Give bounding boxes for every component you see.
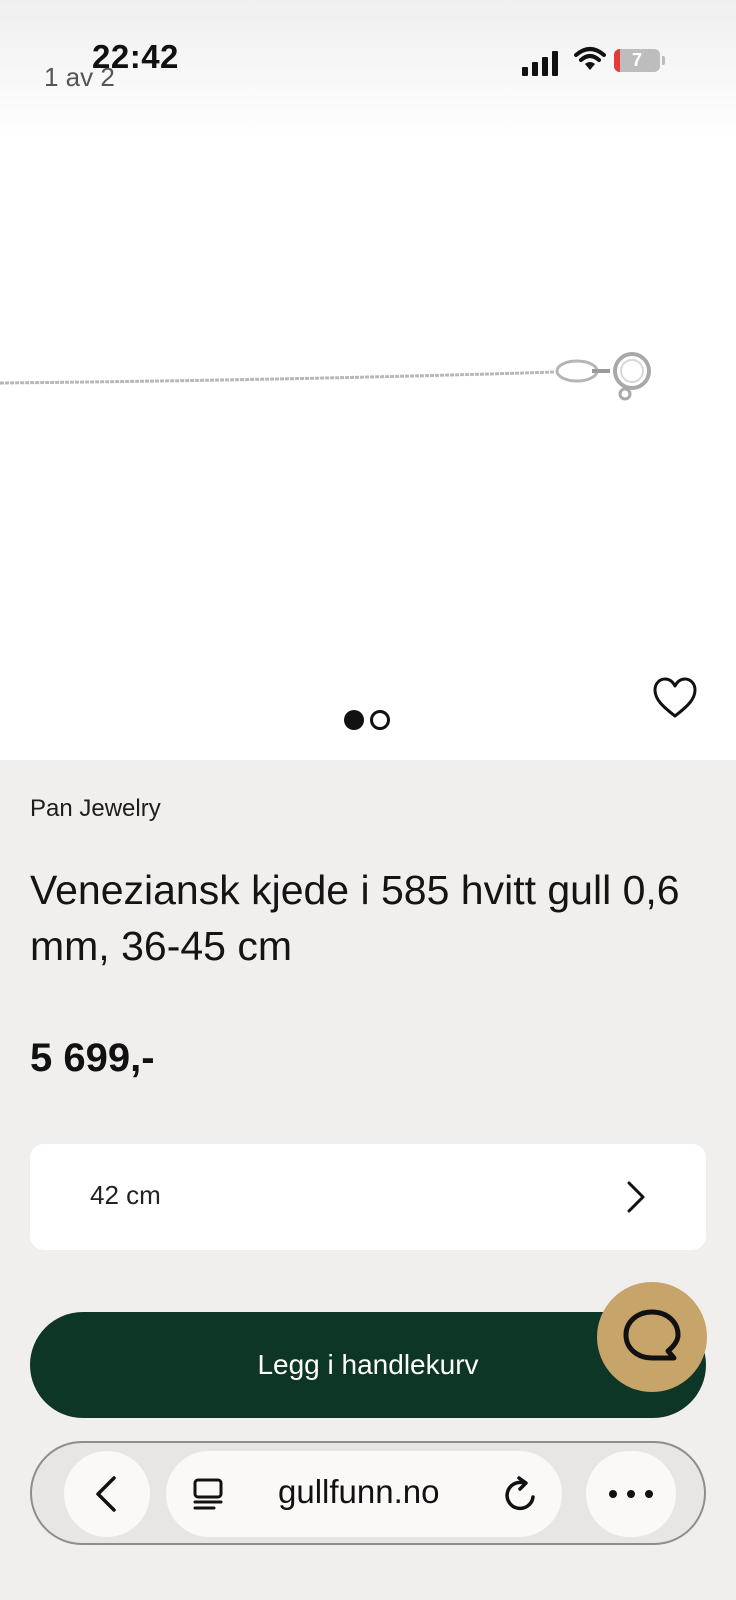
selected-size: 42 cm: [90, 1180, 161, 1210]
chevron-right-icon: [627, 1181, 645, 1213]
more-dots-icon: [609, 1490, 653, 1498]
browser-toolbar: gullfunn.no: [30, 1441, 706, 1545]
status-icons: 7: [522, 46, 672, 76]
wifi-icon: [574, 47, 606, 70]
chat-button[interactable]: [597, 1282, 707, 1392]
product-image-gallery[interactable]: 22:42 1 av 2 7: [0, 0, 736, 760]
pagination-dot[interactable]: [370, 710, 390, 730]
product-price: 5 699,-: [30, 1036, 155, 1080]
gallery-pagination: [344, 710, 394, 732]
pagination-dot-active[interactable]: [344, 710, 364, 730]
chevron-left-icon: [96, 1476, 116, 1512]
reader-mode-icon: [193, 1478, 223, 1510]
product-title: Veneziansk kjede i 585 hvitt gull 0,6 mm…: [30, 867, 680, 969]
address-bar[interactable]: gullfunn.no: [166, 1451, 562, 1537]
reload-icon[interactable]: [502, 1475, 538, 1513]
favorite-heart-icon[interactable]: [652, 676, 698, 722]
url-text: gullfunn.no: [278, 1473, 440, 1510]
back-button[interactable]: [64, 1451, 150, 1537]
size-selector[interactable]: 42 cm: [30, 1144, 706, 1250]
chain-necklace-image: [0, 352, 651, 401]
product-brand[interactable]: Pan Jewelry: [30, 795, 161, 823]
image-counter: 1 av 2: [44, 62, 115, 92]
battery-icon: 7: [614, 49, 665, 72]
chat-bubble-icon: [623, 1309, 681, 1361]
more-options-button[interactable]: [586, 1451, 676, 1537]
cellular-signal-icon: [522, 67, 528, 76]
